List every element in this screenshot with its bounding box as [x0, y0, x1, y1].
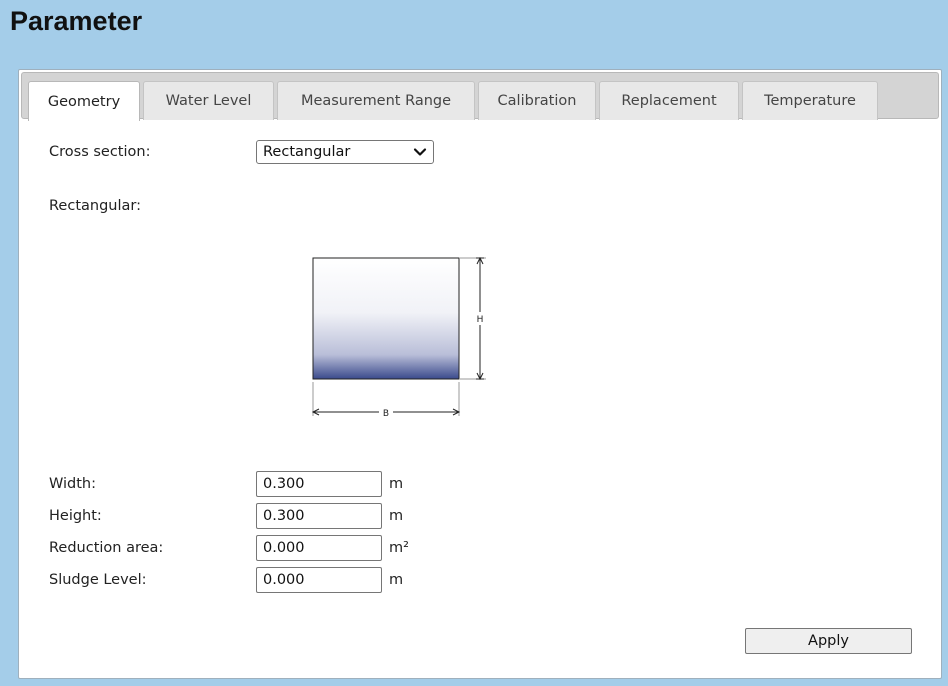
height-input[interactable]: 0.300 — [256, 503, 382, 529]
apply-button[interactable]: Apply — [745, 628, 912, 654]
chevron-down-icon — [413, 148, 427, 156]
tab-replacement[interactable]: Replacement — [599, 81, 739, 120]
tab-measurement-range[interactable]: Measurement Range — [277, 81, 475, 120]
sludge-level-label: Sludge Level: — [49, 572, 147, 588]
width-unit: m — [389, 476, 404, 492]
sludge-level-input[interactable]: 0.000 — [256, 567, 382, 593]
rectangular-cross-section-diagram: H B — [311, 256, 486, 419]
height-label: H — [477, 315, 484, 325]
tab-temperature[interactable]: Temperature — [742, 81, 878, 120]
height-label-text: Height: — [49, 508, 102, 524]
reduction-area-unit: m² — [389, 540, 409, 556]
width-label-text: Width: — [49, 476, 97, 492]
width-label: B — [383, 409, 389, 419]
tab-water-level[interactable]: Water Level — [143, 81, 274, 120]
sludge-level-unit: m — [389, 572, 404, 588]
cross-section-label: Cross section: — [49, 144, 151, 160]
tab-calibration[interactable]: Calibration — [478, 81, 596, 120]
channel-rect — [312, 257, 460, 380]
height-unit: m — [389, 508, 404, 524]
reduction-area-label: Reduction area: — [49, 540, 164, 556]
section-heading: Rectangular: — [49, 198, 141, 214]
parameter-panel: Geometry Water Level Measurement Range C… — [18, 69, 942, 679]
cross-section-select[interactable]: Rectangular — [256, 140, 434, 164]
width-input[interactable]: 0.300 — [256, 471, 382, 497]
cross-section-value: Rectangular — [263, 144, 351, 160]
tab-geometry[interactable]: Geometry — [28, 81, 140, 121]
tab-bar: Geometry Water Level Measurement Range C… — [21, 72, 939, 121]
page-title: Parameter — [10, 6, 143, 36]
reduction-area-input[interactable]: 0.000 — [256, 535, 382, 561]
